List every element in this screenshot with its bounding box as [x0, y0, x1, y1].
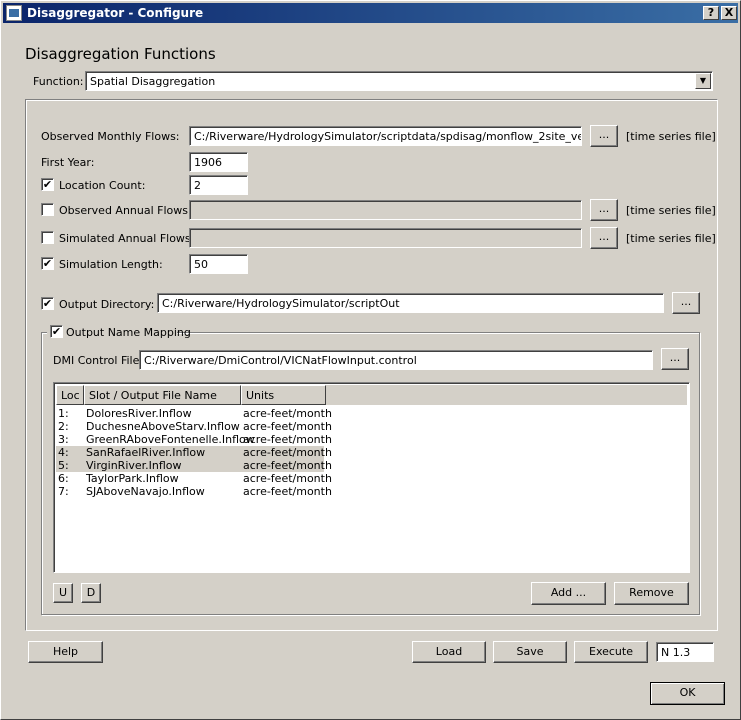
output-directory-field[interactable]: C:/Riverware/HydrologySimulator/scriptOu… [157, 293, 664, 313]
load-button[interactable]: Load [412, 641, 486, 663]
cell-units: acre-feet/month [243, 459, 332, 472]
help-title-button[interactable]: ? [703, 6, 719, 20]
observed-annual-note: [time series file] [626, 204, 716, 217]
observed-monthly-field[interactable]: C:/Riverware/HydrologySimulator/scriptda… [189, 126, 582, 146]
table-row[interactable]: 1: DoloresRiver.Inflow acre-feet/month [56, 407, 332, 420]
app-icon [6, 5, 22, 21]
cell-loc: 2: [58, 420, 69, 433]
cell-units: acre-feet/month [243, 472, 332, 485]
mapping-table[interactable]: Loc Slot / Output File Name Units 1: Dolo… [53, 382, 690, 573]
column-header-slot[interactable]: Slot / Output File Name [84, 385, 241, 405]
output-directory-browse-button[interactable]: ... [672, 292, 700, 314]
simulated-annual-field[interactable] [189, 228, 582, 248]
table-header: Loc Slot / Output File Name Units [56, 385, 687, 405]
table-row[interactable]: 4: SanRafaelRiver.Inflow acre-feet/month [56, 446, 332, 459]
observed-annual-checkbox[interactable] [41, 203, 54, 216]
simulated-annual-browse-button[interactable]: ... [590, 227, 618, 249]
simulation-length-label: Simulation Length: [59, 258, 163, 271]
observed-annual-label: Observed Annual Flows: [59, 204, 192, 217]
dmi-control-label: DMI Control File: [53, 354, 144, 367]
table-row[interactable]: 2: DuchesneAboveStarv.Inflow acre-feet/mon… [56, 420, 332, 433]
table-row[interactable]: 7: SJAboveNavajo.Inflow acre-feet/month [56, 485, 332, 498]
function-select[interactable]: Spatial Disaggregation ▼ [85, 71, 713, 91]
output-mapping-checkbox[interactable]: ✔ [50, 325, 63, 338]
first-year-field[interactable]: 1906 [189, 152, 248, 172]
cell-slot: DuchesneAboveStarv.Inflow [86, 420, 240, 433]
cell-slot: SJAboveNavajo.Inflow [86, 485, 205, 498]
cell-loc: 3: [58, 433, 69, 446]
remove-button[interactable]: Remove [614, 582, 689, 605]
window-title: Disaggregator - Configure [27, 6, 204, 20]
cell-units: acre-feet/month [243, 407, 332, 420]
output-mapping-label: Output Name Mapping [66, 326, 191, 339]
cell-loc: 1: [58, 407, 69, 420]
output-directory-label: Output Directory: [59, 298, 155, 311]
location-count-field[interactable]: 2 [189, 175, 248, 195]
title-bar[interactable]: Disaggregator - Configure ? X [3, 3, 738, 23]
cell-units: acre-feet/month [243, 446, 332, 459]
observed-monthly-label: Observed Monthly Flows: [41, 130, 180, 143]
simulation-length-field[interactable]: 50 [189, 254, 248, 274]
simulated-annual-label: Simulated Annual Flows: [59, 232, 195, 245]
cell-loc: 7: [58, 485, 69, 498]
execute-button[interactable]: Execute [574, 641, 648, 663]
dmi-control-field[interactable]: C:/Riverware/DmiControl/VICNatFlowInput.… [139, 350, 653, 370]
cell-loc: 5: [58, 459, 69, 472]
location-count-label: Location Count: [59, 179, 146, 192]
cell-units: acre-feet/month [243, 420, 332, 433]
add-button[interactable]: Add ... [531, 582, 606, 605]
configure-window: Disaggregator - Configure ? X Disaggrega… [0, 0, 741, 720]
table-row[interactable]: 5: VirginRiver.Inflow acre-feet/month [56, 459, 332, 472]
version-field[interactable]: N 1.3 [656, 642, 714, 662]
help-button[interactable]: Help [28, 641, 103, 663]
cell-slot: GreenRAboveFontenelle.Inflow [86, 433, 255, 446]
cell-units: acre-feet/month [243, 485, 332, 498]
simulated-annual-note: [time series file] [626, 232, 716, 245]
ok-button[interactable]: OK [650, 682, 725, 705]
observed-annual-field[interactable] [189, 200, 582, 220]
observed-annual-browse-button[interactable]: ... [590, 199, 618, 221]
cell-slot: TaylorPark.Inflow [86, 472, 179, 485]
observed-monthly-note: [time series file] [626, 130, 716, 143]
cell-loc: 6: [58, 472, 69, 485]
move-down-button[interactable]: D [81, 583, 101, 603]
first-year-label: First Year: [41, 156, 95, 169]
cell-loc: 4: [58, 446, 69, 459]
save-button[interactable]: Save [493, 641, 567, 663]
table-row[interactable]: 3: GreenRAboveFontenelle.Inflow acre-feet/… [56, 433, 332, 446]
output-directory-checkbox[interactable]: ✔ [41, 297, 54, 310]
cell-units: acre-feet/month [243, 433, 332, 446]
cell-slot: SanRafaelRiver.Inflow [86, 446, 206, 459]
cell-slot: VirginRiver.Inflow [86, 459, 182, 472]
page-title: Disaggregation Functions [25, 45, 216, 63]
function-label: Function: [33, 75, 84, 88]
location-count-checkbox[interactable]: ✔ [41, 178, 54, 191]
table-row[interactable]: 6: TaylorPark.Inflow acre-feet/month [56, 472, 332, 485]
chevron-down-icon[interactable]: ▼ [695, 73, 711, 89]
function-value: Spatial Disaggregation [90, 75, 216, 88]
move-up-button[interactable]: U [53, 583, 73, 603]
dmi-control-browse-button[interactable]: ... [661, 348, 689, 370]
column-header-units[interactable]: Units [241, 385, 326, 405]
simulated-annual-checkbox[interactable] [41, 231, 54, 244]
simulation-length-checkbox[interactable]: ✔ [41, 257, 54, 270]
cell-slot: DoloresRiver.Inflow [86, 407, 192, 420]
close-icon[interactable]: X [721, 6, 737, 20]
observed-monthly-browse-button[interactable]: ... [590, 125, 618, 147]
column-header-loc[interactable]: Loc [56, 385, 84, 405]
